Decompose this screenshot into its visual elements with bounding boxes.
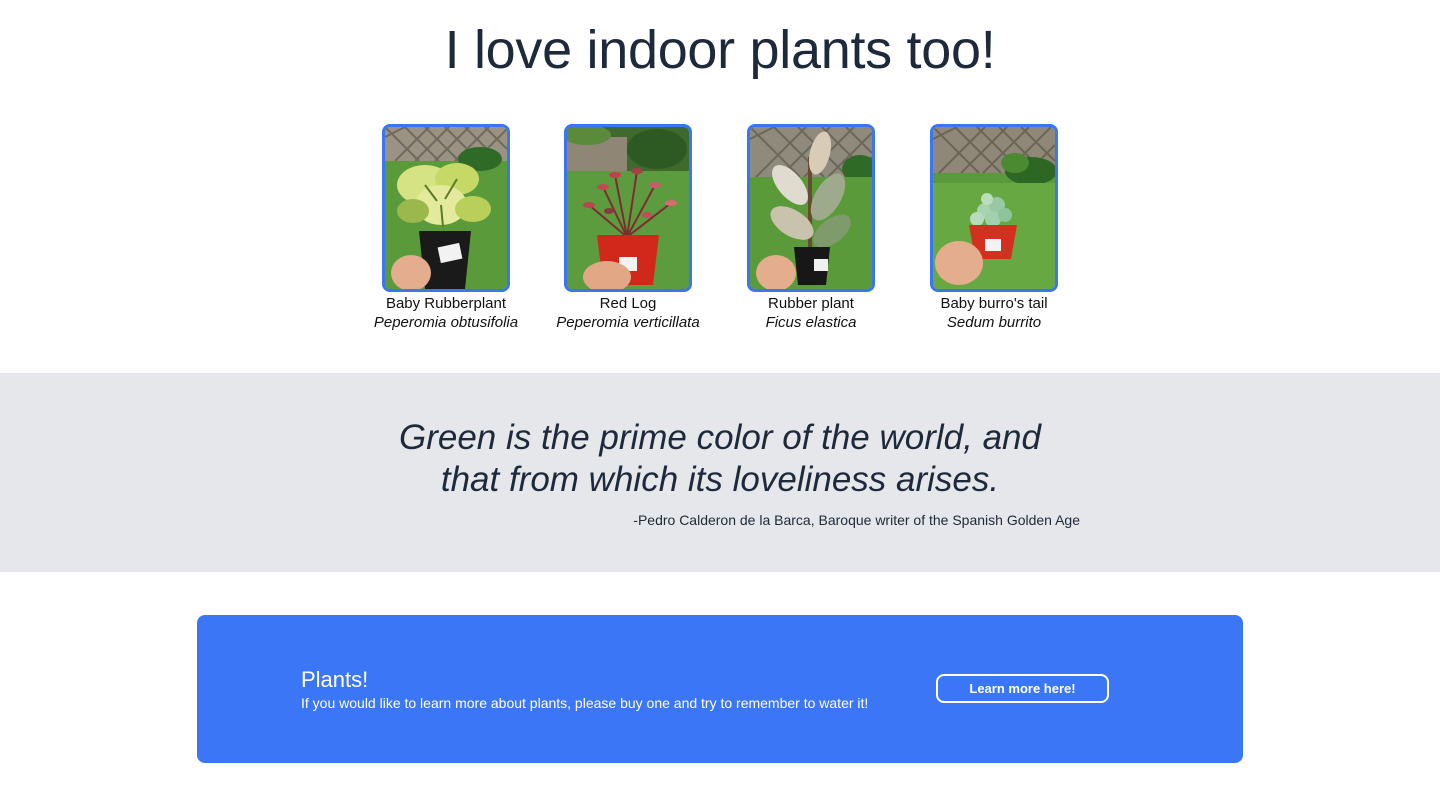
burros-tail-photo	[933, 127, 1055, 289]
plant-card: Baby burro's tail Sedum burrito	[904, 124, 1084, 332]
plant-scientific-name: Ficus elastica	[765, 314, 857, 331]
plant-card: Baby Rubberplant Peperomia obtusifolia	[356, 124, 536, 332]
plant-photo	[564, 124, 692, 292]
quote-line: that from which its loveliness arises.	[440, 460, 1000, 499]
plant-gallery: Baby Rubberplant Peperomia obtusifolia R…	[0, 124, 1440, 334]
quote-attribution: -Pedro Calderon de la Barca, Baroque wri…	[633, 512, 1080, 528]
plant-card: Red Log Peperomia verticillata	[538, 124, 718, 332]
learn-more-button[interactable]: Learn more here!	[936, 674, 1109, 703]
plant-photo	[382, 124, 510, 292]
plant-photo	[930, 124, 1058, 292]
red-log-plant-photo	[567, 127, 689, 289]
cta-text: If you would like to learn more about pl…	[301, 695, 869, 711]
variegated-peperomia-photo	[385, 127, 507, 289]
plant-scientific-name: Peperomia verticillata	[556, 314, 700, 331]
quote-line: Green is the prime color of the world, a…	[399, 418, 1041, 457]
cta-panel: Plants! If you would like to learn more …	[197, 615, 1243, 763]
plant-name: Red Log	[599, 295, 657, 312]
plant-name: Rubber plant	[768, 295, 854, 312]
plant-photo	[747, 124, 875, 292]
cta-title: Plants!	[301, 667, 369, 692]
page-title: I love indoor plants too!	[444, 20, 996, 80]
rubber-plant-photo	[750, 127, 872, 289]
quote-text: Green is the prime color of the world, a…	[370, 417, 1070, 501]
quote-section: Green is the prime color of the world, a…	[0, 373, 1440, 572]
plant-scientific-name: Peperomia obtusifolia	[373, 314, 519, 331]
plant-name: Baby Rubberplant	[385, 295, 507, 312]
plant-scientific-name: Sedum burrito	[946, 314, 1042, 331]
plant-card: Rubber plant Ficus elastica	[721, 124, 901, 332]
plant-name: Baby burro's tail	[940, 295, 1048, 312]
